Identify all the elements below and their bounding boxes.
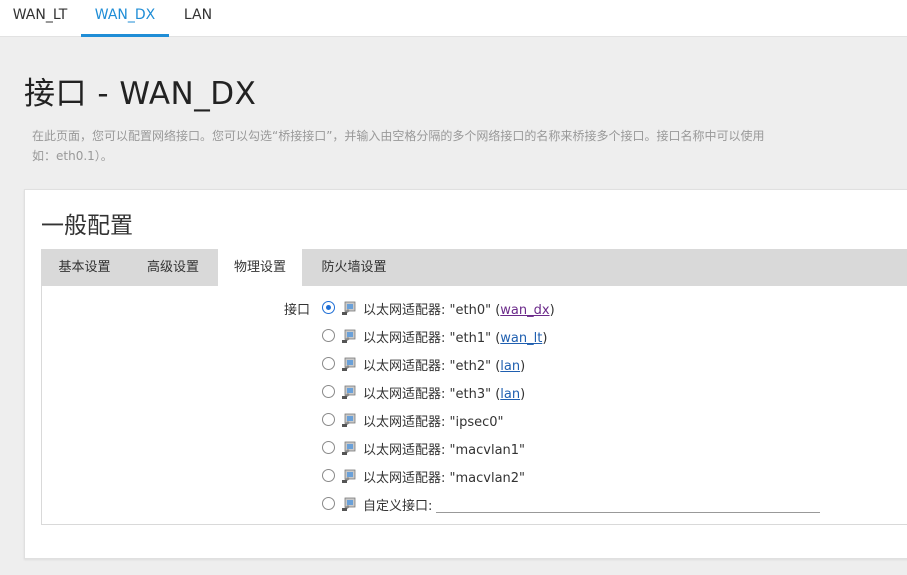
interface-option-eth2[interactable]: 以太网适配器: "eth2" (lan) xyxy=(322,353,882,375)
radio-macvlan2[interactable] xyxy=(322,469,335,482)
radio-eth2[interactable] xyxy=(322,357,335,370)
tab-wan-lt[interactable]: WAN_LT xyxy=(0,0,80,37)
network-adapter-icon xyxy=(342,385,356,399)
tab-advanced-settings[interactable]: 高级设置 xyxy=(130,249,216,286)
description-line-2: 如：eth0.1）。 xyxy=(32,149,113,163)
description-line-1: 在此页面，您可以配置网络接口。您可以勾选“桥接接口”，并输入由空格分隔的多个网络… xyxy=(32,129,765,143)
option-text-eth3: 以太网适配器: "eth3" (lan) xyxy=(363,387,526,402)
link-lan[interactable]: lan xyxy=(500,359,520,374)
interface-option-ipsec0[interactable]: 以太网适配器: "ipsec0" xyxy=(322,409,882,431)
interface-option-eth1[interactable]: 以太网适配器: "eth1" (wan_lt) xyxy=(322,325,882,347)
option-text-ipsec0: 以太网适配器: "ipsec0" xyxy=(363,415,504,430)
interface-field-label: 接口 xyxy=(284,303,311,318)
interface-option-eth3[interactable]: 以太网适配器: "eth3" (lan) xyxy=(322,381,882,403)
general-config-panel: 一般配置 基本设置 高级设置 物理设置 防火墙设置 接口 以太网适配器: "et… xyxy=(24,189,907,559)
tab-firewall-settings[interactable]: 防火墙设置 xyxy=(304,249,404,286)
tab-wan-dx[interactable]: WAN_DX xyxy=(81,0,169,37)
interface-option-custom[interactable]: 自定义接口: xyxy=(322,493,882,515)
option-text-eth1: 以太网适配器: "eth1" (wan_lt) xyxy=(363,331,548,346)
network-adapter-icon xyxy=(342,357,356,371)
radio-eth0[interactable] xyxy=(322,301,335,314)
network-adapter-icon xyxy=(342,497,356,511)
tab-lan[interactable]: LAN xyxy=(170,0,226,37)
option-text-eth2: 以太网适配器: "eth2" (lan) xyxy=(363,359,526,374)
link-lan[interactable]: lan xyxy=(500,387,520,402)
option-text-custom: 自定义接口: xyxy=(363,499,433,514)
tab-physical-settings[interactable]: 物理设置 xyxy=(218,249,302,286)
page-description: 在此页面，您可以配置网络接口。您可以勾选“桥接接口”，并输入由空格分隔的多个网络… xyxy=(32,126,907,166)
network-adapter-icon xyxy=(342,469,356,483)
link-wan-lt[interactable]: wan_lt xyxy=(500,331,542,346)
radio-eth3[interactable] xyxy=(322,385,335,398)
section-tabs: 基本设置 高级设置 物理设置 防火墙设置 xyxy=(41,249,907,286)
physical-settings-body: 接口 以太网适配器: "eth0" (wan_dx) 以太网适配器: "eth1… xyxy=(41,286,907,525)
option-text-eth0: 以太网适配器: "eth0" (wan_dx) xyxy=(363,303,555,318)
radio-custom[interactable] xyxy=(322,497,335,510)
network-adapter-icon xyxy=(342,301,356,315)
option-text-macvlan2: 以太网适配器: "macvlan2" xyxy=(363,471,526,486)
interface-option-macvlan2[interactable]: 以太网适配器: "macvlan2" xyxy=(322,465,882,487)
network-adapter-icon xyxy=(342,413,356,427)
page-title: 接口 - WAN_DX xyxy=(24,76,257,112)
network-adapter-icon xyxy=(342,329,356,343)
network-adapter-icon xyxy=(342,441,356,455)
interface-option-eth0[interactable]: 以太网适配器: "eth0" (wan_dx) xyxy=(322,297,882,319)
interface-option-macvlan1[interactable]: 以太网适配器: "macvlan1" xyxy=(322,437,882,459)
radio-macvlan1[interactable] xyxy=(322,441,335,454)
radio-ipsec0[interactable] xyxy=(322,413,335,426)
top-navigation: WAN_LT WAN_DX LAN xyxy=(0,0,907,37)
option-text-macvlan1: 以太网适配器: "macvlan1" xyxy=(363,443,526,458)
link-wan-dx[interactable]: wan_dx xyxy=(500,303,549,318)
section-title: 一般配置 xyxy=(41,213,133,239)
tab-basic-settings[interactable]: 基本设置 xyxy=(41,249,128,286)
custom-interface-input[interactable] xyxy=(436,512,820,513)
radio-eth1[interactable] xyxy=(322,329,335,342)
